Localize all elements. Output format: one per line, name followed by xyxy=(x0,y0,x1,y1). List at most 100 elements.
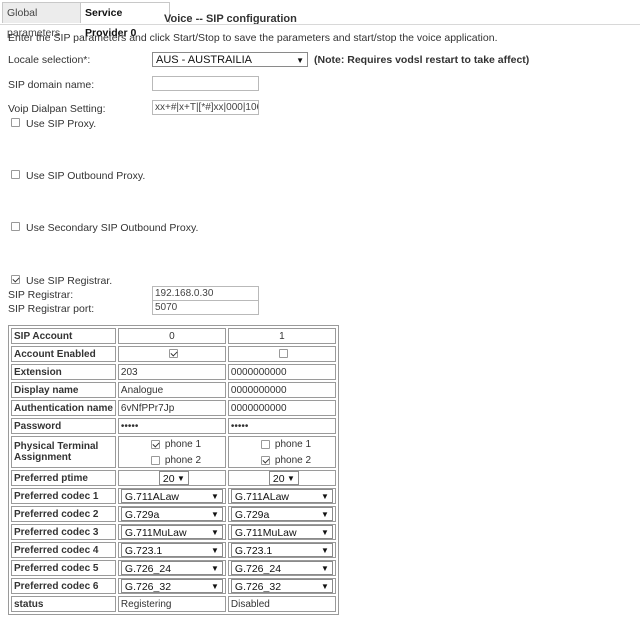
codec3-select-1[interactable]: G.711MuLaw ▼ xyxy=(230,525,333,539)
codec3-value-0: G.711MuLaw xyxy=(124,527,187,539)
use-secondary-outbound-checkbox[interactable] xyxy=(11,222,20,231)
codec5-select-0[interactable]: G.726_24 ▼ xyxy=(120,561,223,575)
phone1-label-1: phone 1 xyxy=(274,439,312,450)
extension-input-1[interactable]: 0000000000 xyxy=(227,364,336,380)
row-header-codec4: Preferred codec 4 xyxy=(11,542,116,558)
codec2-select-0[interactable]: G.729a ▼ xyxy=(120,507,223,521)
dialplan-label: Voip Dialpan Setting: xyxy=(8,103,106,115)
codec4-value-1: G.723.1 xyxy=(234,545,273,557)
row-header-codec5: Preferred codec 5 xyxy=(11,560,116,576)
display-name-input-1[interactable]: 0000000000 xyxy=(227,382,336,398)
codec2-select-1[interactable]: G.729a ▼ xyxy=(230,507,333,521)
chevron-down-icon: ▼ xyxy=(296,56,304,65)
account-id-1: 1 xyxy=(227,328,336,344)
codec1-value-1: G.711ALaw xyxy=(234,491,289,503)
use-sip-proxy-checkbox[interactable] xyxy=(11,118,20,127)
ptime-select-0[interactable]: 20 ▼ xyxy=(158,471,189,485)
table-row: Extension 203 0000000000 xyxy=(11,364,336,380)
chevron-down-icon: ▼ xyxy=(320,492,329,501)
registrar-input[interactable]: 192.168.0.30 xyxy=(152,286,259,301)
codec5-select-1[interactable]: G.726_24 ▼ xyxy=(230,561,333,575)
row-header-auth-name: Authentication name xyxy=(11,400,116,416)
intro-text: Enter the SIP parameters and click Start… xyxy=(8,32,498,44)
chevron-down-icon: ▼ xyxy=(320,582,329,591)
extension-input-0[interactable]: 203 xyxy=(117,364,226,380)
chevron-down-icon: ▼ xyxy=(210,546,219,555)
codec4-select-1[interactable]: G.723.1 ▼ xyxy=(230,543,333,557)
ptime-select-1[interactable]: 20 ▼ xyxy=(268,471,299,485)
table-row: Display name Analogue 0000000000 xyxy=(11,382,336,398)
chevron-down-icon: ▼ xyxy=(176,474,185,483)
account-enabled-checkbox-0[interactable] xyxy=(168,349,178,358)
ptime-value-1: 20 xyxy=(272,473,285,485)
codec2-value-1: G.729a xyxy=(234,509,270,521)
tab-bar: Global parameters Service Provider 0 xyxy=(0,2,640,39)
table-row: Password ••••• ••••• xyxy=(11,418,336,434)
phone1-checkbox-1[interactable] xyxy=(260,440,270,449)
row-header-codec2: Preferred codec 2 xyxy=(11,506,116,522)
chevron-down-icon: ▼ xyxy=(210,564,219,573)
auth-name-input-1[interactable]: 0000000000 xyxy=(227,400,336,416)
codec6-value-1: G.726_32 xyxy=(234,581,282,593)
row-header-password: Password xyxy=(11,418,116,434)
locale-label: Locale selection*: xyxy=(8,54,91,66)
use-outbound-proxy-checkbox[interactable] xyxy=(11,170,20,179)
row-header-enabled: Account Enabled xyxy=(11,346,116,362)
codec1-select-0[interactable]: G.711ALaw ▼ xyxy=(120,489,223,503)
table-row: Preferred codec 5 G.726_24 ▼ G.726_24 ▼ xyxy=(11,560,336,576)
codec2-value-0: G.729a xyxy=(124,509,160,521)
status-value-1: Disabled xyxy=(227,596,336,612)
account-id-0: 0 xyxy=(117,328,226,344)
locale-select[interactable]: AUS - AUSTRAILIA ▼ xyxy=(152,52,308,67)
phone1-checkbox-0[interactable] xyxy=(150,440,160,449)
locale-note: (Note: Requires vodsl restart to take af… xyxy=(314,54,530,66)
locale-value: AUS - AUSTRAILIA xyxy=(156,54,252,66)
row-header-display-name: Display name xyxy=(11,382,116,398)
row-header-codec3: Preferred codec 3 xyxy=(11,524,116,540)
table-row: Preferred codec 1 G.711ALaw ▼ G.711ALaw ▼ xyxy=(11,488,336,504)
chevron-down-icon: ▼ xyxy=(210,492,219,501)
row-header-codec6: Preferred codec 6 xyxy=(11,578,116,594)
dialplan-input[interactable]: xx+#|x+T|[*#]xx|000|106 xyxy=(152,100,259,115)
sip-domain-input[interactable] xyxy=(152,76,259,91)
codec6-select-0[interactable]: G.726_32 ▼ xyxy=(120,579,223,593)
row-header-ptime: Preferred ptime xyxy=(11,470,116,486)
use-registrar-checkbox[interactable] xyxy=(11,275,20,284)
table-row: status Registering Disabled xyxy=(11,596,336,612)
registrar-label: SIP Registrar: xyxy=(8,289,74,301)
table-row: SIP Account 0 1 xyxy=(11,328,336,344)
display-name-input-0[interactable]: Analogue xyxy=(117,382,226,398)
chevron-down-icon: ▼ xyxy=(210,510,219,519)
chevron-down-icon: ▼ xyxy=(320,564,329,573)
chevron-down-icon: ▼ xyxy=(286,474,295,483)
table-row: Preferred codec 2 G.729a ▼ G.729a ▼ xyxy=(11,506,336,522)
row-header-terminal: Physical Terminal Assignment xyxy=(11,436,116,468)
codec3-select-0[interactable]: G.711MuLaw ▼ xyxy=(120,525,223,539)
tab-global-parameters[interactable]: Global parameters xyxy=(2,2,84,39)
row-header-account: SIP Account xyxy=(11,328,116,344)
table-row: Preferred codec 6 G.726_32 ▼ G.726_32 ▼ xyxy=(11,578,336,594)
use-secondary-outbound-label: Use Secondary SIP Outbound Proxy. xyxy=(26,222,199,234)
phone2-checkbox-0[interactable] xyxy=(150,456,160,465)
tab-divider xyxy=(0,24,640,25)
row-header-status: status xyxy=(11,596,116,612)
codec5-value-1: G.726_24 xyxy=(234,563,282,575)
codec6-select-1[interactable]: G.726_32 ▼ xyxy=(230,579,333,593)
codec1-value-0: G.711ALaw xyxy=(124,491,179,503)
row-header-codec1: Preferred codec 1 xyxy=(11,488,116,504)
chevron-down-icon: ▼ xyxy=(320,546,329,555)
codec1-select-1[interactable]: G.711ALaw ▼ xyxy=(230,489,333,503)
registrar-port-input[interactable]: 5070 xyxy=(152,300,259,315)
phone1-label-0: phone 1 xyxy=(164,439,202,450)
password-input-0[interactable]: ••••• xyxy=(117,418,226,434)
codec4-select-0[interactable]: G.723.1 ▼ xyxy=(120,543,223,557)
table-row: Preferred codec 4 G.723.1 ▼ G.723.1 ▼ xyxy=(11,542,336,558)
table-row: Account Enabled xyxy=(11,346,336,362)
tab-service-provider-0[interactable]: Service Provider 0 xyxy=(80,2,170,39)
phone2-checkbox-1[interactable] xyxy=(260,456,270,465)
account-enabled-checkbox-1[interactable] xyxy=(278,349,288,358)
auth-name-input-0[interactable]: 6vNfPPr7Jp xyxy=(117,400,226,416)
codec3-value-1: G.711MuLaw xyxy=(234,527,297,539)
password-input-1[interactable]: ••••• xyxy=(227,418,336,434)
sip-domain-label: SIP domain name: xyxy=(8,79,95,91)
